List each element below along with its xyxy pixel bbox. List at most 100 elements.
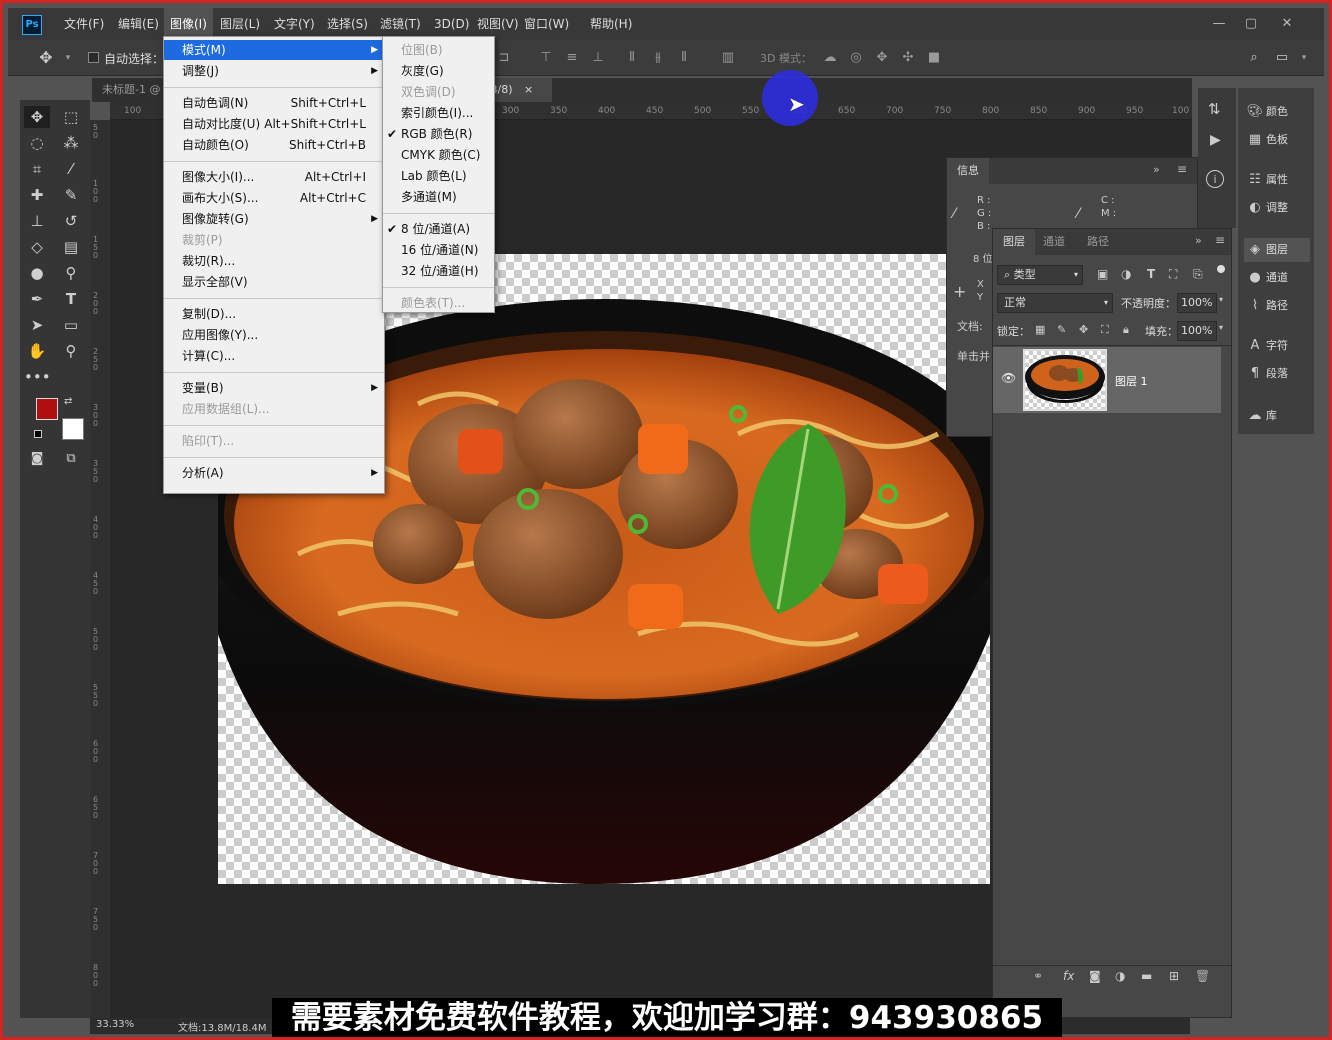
search-icon[interactable]: ⌕ bbox=[1246, 50, 1262, 66]
type-tool-icon[interactable]: T bbox=[58, 288, 84, 310]
image_menu-item[interactable]: 变量(B) ▶ bbox=[164, 378, 384, 398]
default-colors-icon[interactable] bbox=[34, 430, 42, 438]
mode_submenu-item[interactable]: Lab 颜色(L) bbox=[383, 166, 494, 186]
history-brush-tool-icon[interactable]: ↺ bbox=[58, 210, 84, 232]
image_menu-item[interactable]: 分析(A) ▶ bbox=[164, 463, 384, 483]
menu-2[interactable]: 编辑(E) bbox=[112, 8, 165, 40]
opacity-input[interactable]: 100% bbox=[1177, 293, 1217, 313]
workspace-chevron-icon[interactable]: ▾ bbox=[1296, 50, 1312, 66]
background-color-swatch[interactable] bbox=[62, 418, 84, 440]
mode_submenu-item[interactable]: 32 位/通道(H) bbox=[383, 261, 494, 281]
eraser-tool-icon[interactable]: ◇ bbox=[24, 236, 50, 258]
distribute-right-icon[interactable]: ⫴ bbox=[676, 50, 692, 66]
dock-item-9[interactable]: ¶ 段落 bbox=[1244, 362, 1310, 386]
dock-item-10[interactable]: ☁ 库 bbox=[1244, 404, 1310, 428]
filter-shape-icon[interactable]: ⛶ bbox=[1169, 267, 1177, 282]
zoom-tool-icon[interactable]: ⚲ bbox=[58, 340, 84, 362]
image_menu-item[interactable]: 画布大小(S)... Alt+Ctrl+C bbox=[164, 188, 384, 208]
crop-tool-icon[interactable]: ⌗ bbox=[24, 158, 50, 180]
lasso-tool-icon[interactable]: ◌ bbox=[24, 132, 50, 154]
distribute-hcenter-icon[interactable]: ⫵ bbox=[650, 50, 666, 66]
align-bottom-icon[interactable]: ⊥ bbox=[590, 50, 606, 66]
mode_submenu-item[interactable]: ✔ 8 位/通道(A) bbox=[383, 219, 494, 239]
filter-pixel-icon[interactable]: ▣ bbox=[1097, 267, 1108, 281]
healing-brush-tool-icon[interactable]: ✚ bbox=[24, 184, 50, 206]
auto-select-checkbox[interactable] bbox=[88, 52, 99, 63]
dock-item-8[interactable]: A 字符 bbox=[1244, 334, 1310, 358]
blur-tool-icon[interactable]: ● bbox=[24, 262, 50, 284]
layers-tab-2[interactable]: 通道 bbox=[1033, 229, 1075, 255]
new-layer-icon[interactable]: ⊞ bbox=[1169, 969, 1179, 983]
hand-tool-icon[interactable]: ✋ bbox=[24, 340, 50, 362]
rectangle-tool-icon[interactable]: ▭ bbox=[58, 314, 84, 336]
info-icon[interactable]: i bbox=[1206, 170, 1224, 188]
clone-stamp-tool-icon[interactable]: ⊥ bbox=[24, 210, 50, 232]
history-icon[interactable]: ⇅ bbox=[1208, 100, 1221, 118]
actions-play-icon[interactable]: ▶ bbox=[1210, 132, 1221, 148]
image_menu-item[interactable]: 图像大小(I)... Alt+Ctrl+I bbox=[164, 167, 384, 187]
swap-colors-icon[interactable]: ⇄ bbox=[64, 396, 72, 407]
gradient-tool-icon[interactable]: ▤ bbox=[58, 236, 84, 258]
fx-icon[interactable]: fx bbox=[1063, 969, 1074, 983]
zoom-level[interactable]: 33.33% bbox=[96, 1019, 134, 1030]
foreground-color-swatch[interactable] bbox=[36, 398, 58, 420]
lock-artboard-icon[interactable]: ⛶ bbox=[1101, 323, 1109, 337]
image_menu-item[interactable]: 显示全部(V) bbox=[164, 272, 384, 292]
adjustment-icon[interactable]: ◑ bbox=[1115, 969, 1125, 983]
marquee-tool-icon[interactable]: ⬚ bbox=[58, 106, 84, 128]
mode_submenu-item[interactable]: CMYK 颜色(C) bbox=[383, 145, 494, 165]
menu-11[interactable]: 帮助(H) bbox=[584, 8, 638, 40]
menu-10[interactable]: 窗口(W) bbox=[518, 8, 575, 40]
3d-pan-icon[interactable]: ✥ bbox=[874, 50, 890, 66]
mode_submenu-item[interactable]: 索引颜色(I)... bbox=[383, 103, 494, 123]
minimize-button[interactable]: — bbox=[1208, 14, 1230, 34]
align-top-icon[interactable]: ⊤ bbox=[538, 50, 554, 66]
dodge-tool-icon[interactable]: ⚲ bbox=[58, 262, 84, 284]
move-tool-icon[interactable]: ✥ bbox=[24, 106, 50, 128]
dock-item-3[interactable]: ☷ 属性 bbox=[1244, 168, 1310, 192]
fill-input[interactable]: 100% bbox=[1177, 321, 1217, 341]
3d-scale-icon[interactable]: ■ bbox=[926, 50, 942, 66]
dock-item-2[interactable]: ▦ 色板 bbox=[1244, 128, 1310, 152]
image_menu-item[interactable]: 自动色调(N) Shift+Ctrl+L bbox=[164, 93, 384, 113]
image_menu-item[interactable]: 图像旋转(G) ▶ bbox=[164, 209, 384, 229]
chevron-down-icon[interactable]: ▾ bbox=[1219, 295, 1223, 304]
image_menu-item[interactable]: 调整(J) ▶ bbox=[164, 61, 384, 81]
panel-menu-icon[interactable]: ≡ bbox=[1215, 233, 1225, 247]
image_menu-item[interactable]: 应用图像(Y)... bbox=[164, 325, 384, 345]
restore-button[interactable]: ▢ bbox=[1240, 14, 1262, 34]
image_menu-item[interactable]: 自动对比度(U) Alt+Shift+Ctrl+L bbox=[164, 114, 384, 134]
layer-filter-select[interactable]: ⌕ 类型 ▾ bbox=[997, 265, 1083, 285]
3d-slide-icon[interactable]: ✣ bbox=[900, 50, 916, 66]
doc-size[interactable]: 文档:13.8M/18.4M bbox=[178, 1019, 267, 1034]
close-button[interactable]: ✕ bbox=[1276, 14, 1298, 34]
magic-wand-tool-icon[interactable]: ⁂ bbox=[58, 132, 84, 154]
workspace-icon[interactable]: ▭ bbox=[1274, 50, 1290, 66]
image_menu-item[interactable]: 自动颜色(O) Shift+Ctrl+B bbox=[164, 135, 384, 155]
screen-mode-icon[interactable]: ⧉ bbox=[58, 448, 84, 470]
filter-adjustment-icon[interactable]: ◑ bbox=[1121, 267, 1131, 281]
lock-all-icon[interactable]: 🔒︎ bbox=[1123, 323, 1129, 337]
mode_submenu-item[interactable]: 灰度(G) bbox=[383, 61, 494, 81]
lock-image-icon[interactable]: ✎ bbox=[1057, 323, 1066, 336]
visibility-eye-icon[interactable]: 👁︎ bbox=[1001, 371, 1016, 385]
layers-tab-1[interactable]: 图层 bbox=[993, 229, 1035, 255]
3d-roll-icon[interactable]: ◎ bbox=[848, 50, 864, 66]
lock-transparent-icon[interactable]: ▦ bbox=[1035, 323, 1045, 336]
mode_submenu-item[interactable]: 16 位/通道(N) bbox=[383, 240, 494, 260]
eyedropper-tool-icon[interactable]: ⁄ bbox=[58, 158, 84, 180]
path-selection-tool-icon[interactable]: ➤ bbox=[24, 314, 50, 336]
layer-row[interactable]: 👁︎ 图层 1 bbox=[993, 347, 1221, 413]
image_menu-item[interactable]: 裁切(R)... bbox=[164, 251, 384, 271]
align-vcenter-icon[interactable]: ≡ bbox=[564, 50, 580, 66]
mode_submenu-item[interactable]: ✔ RGB 颜色(R) bbox=[383, 124, 494, 144]
dock-item-1[interactable]: 🎨︎ 颜色 bbox=[1244, 100, 1310, 124]
filter-toggle-icon[interactable] bbox=[1217, 265, 1225, 273]
quick-mask-icon[interactable]: ◙ bbox=[24, 448, 50, 470]
close-tab-icon[interactable]: × bbox=[524, 83, 533, 96]
collapse-panel-icon[interactable]: » bbox=[1153, 163, 1160, 176]
link-icon[interactable]: ⚭ bbox=[1033, 969, 1043, 983]
more-tools-icon[interactable]: ••• bbox=[24, 366, 51, 388]
dock-item-7[interactable]: ⌇ 路径 bbox=[1244, 294, 1310, 318]
mode_submenu-item[interactable]: 多通道(M) bbox=[383, 187, 494, 207]
